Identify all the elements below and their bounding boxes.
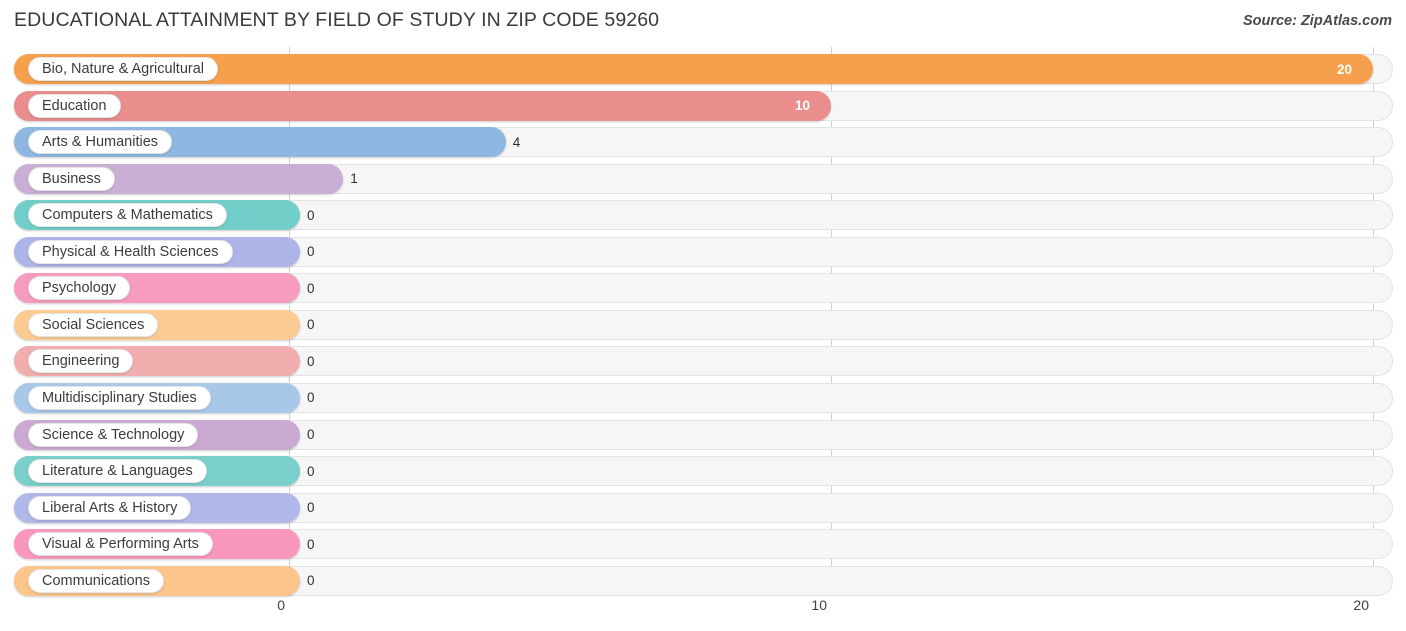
bar-row[interactable]: Engineering 0 xyxy=(0,346,1406,377)
bar-row[interactable]: Education 10 xyxy=(0,90,1406,121)
bar-label: Arts & Humanities xyxy=(28,130,173,155)
bar-row[interactable]: Liberal Arts & History 0 xyxy=(0,492,1406,523)
bar-value-label: 0 xyxy=(307,353,315,369)
bar-row[interactable]: Visual & Performing Arts 0 xyxy=(0,529,1406,560)
bar-label: Engineering xyxy=(28,349,134,374)
bar-label: Psychology xyxy=(28,276,131,301)
bar-value-label: 10 xyxy=(795,98,811,114)
bar-label: Science & Technology xyxy=(28,422,199,447)
source-attribution: Source: ZipAtlas.com xyxy=(1242,13,1392,29)
bar-value-label: 0 xyxy=(307,244,315,260)
bar-value-label: 0 xyxy=(307,500,315,516)
bar-value-label: 20 xyxy=(1337,61,1353,77)
bar-value-label: 0 xyxy=(307,317,315,333)
bar-label: Communications xyxy=(28,568,164,593)
x-axis-tick-20: 20 xyxy=(1353,597,1369,613)
bar-label: Liberal Arts & History xyxy=(28,495,192,520)
bar-row[interactable]: Multidisciplinary Studies 0 xyxy=(0,382,1406,413)
bar-row[interactable]: Psychology 0 xyxy=(0,273,1406,304)
bar-row[interactable]: Science & Technology 0 xyxy=(0,419,1406,450)
bar-value-label: 1 xyxy=(350,171,358,187)
bar-row[interactable]: Physical & Health Sciences 0 xyxy=(0,236,1406,267)
bar-label: Visual & Performing Arts xyxy=(28,532,213,557)
bar-label: Multidisciplinary Studies xyxy=(28,385,211,410)
bar-value-label: 4 xyxy=(512,134,521,150)
bar-row[interactable]: Communications 0 xyxy=(0,565,1406,596)
bar-row[interactable]: Literature & Languages 0 xyxy=(0,456,1406,487)
bar-row[interactable]: Arts & Humanities 4 xyxy=(0,127,1406,158)
bar-value-label: 0 xyxy=(307,573,315,589)
page-title: EDUCATIONAL ATTAINMENT BY FIELD OF STUDY… xyxy=(14,9,660,31)
bar-label: Literature & Languages xyxy=(28,459,207,484)
bar-label: Education xyxy=(28,93,121,118)
x-axis-tick-10: 10 xyxy=(811,597,827,613)
bar-label: Business xyxy=(28,166,115,191)
bar-label: Social Sciences xyxy=(28,312,159,337)
bar-label: Physical & Health Sciences xyxy=(28,239,233,264)
bar-row[interactable]: Bio, Nature & Agricultural 20 xyxy=(0,54,1406,84)
bar-row[interactable]: Social Sciences 0 xyxy=(0,309,1406,340)
chart-plot-area: Bio, Nature & Agricultural 20 Education 10 A… xyxy=(0,47,1406,596)
x-axis-tick-0: 0 xyxy=(277,597,285,613)
bar-label: Computers & Mathematics xyxy=(28,203,227,228)
bar-value-label: 0 xyxy=(307,536,315,552)
bar-row[interactable]: Computers & Mathematics 0 xyxy=(0,200,1406,231)
bar-row[interactable]: Business 1 xyxy=(0,163,1406,194)
bar-value-label: 0 xyxy=(307,207,315,223)
bar-label: Bio, Nature & Agricultural xyxy=(28,57,218,81)
bar-value-label: 0 xyxy=(307,280,315,296)
bar-value-label: 0 xyxy=(307,463,315,479)
chart-page: EDUCATIONAL ATTAINMENT BY FIELD OF STUDY… xyxy=(0,0,1406,631)
bar-value-label: 0 xyxy=(307,427,315,442)
bar[interactable] xyxy=(14,90,831,121)
x-axis: 0 10 20 xyxy=(0,595,1406,631)
bar-value-label: 0 xyxy=(307,390,315,406)
